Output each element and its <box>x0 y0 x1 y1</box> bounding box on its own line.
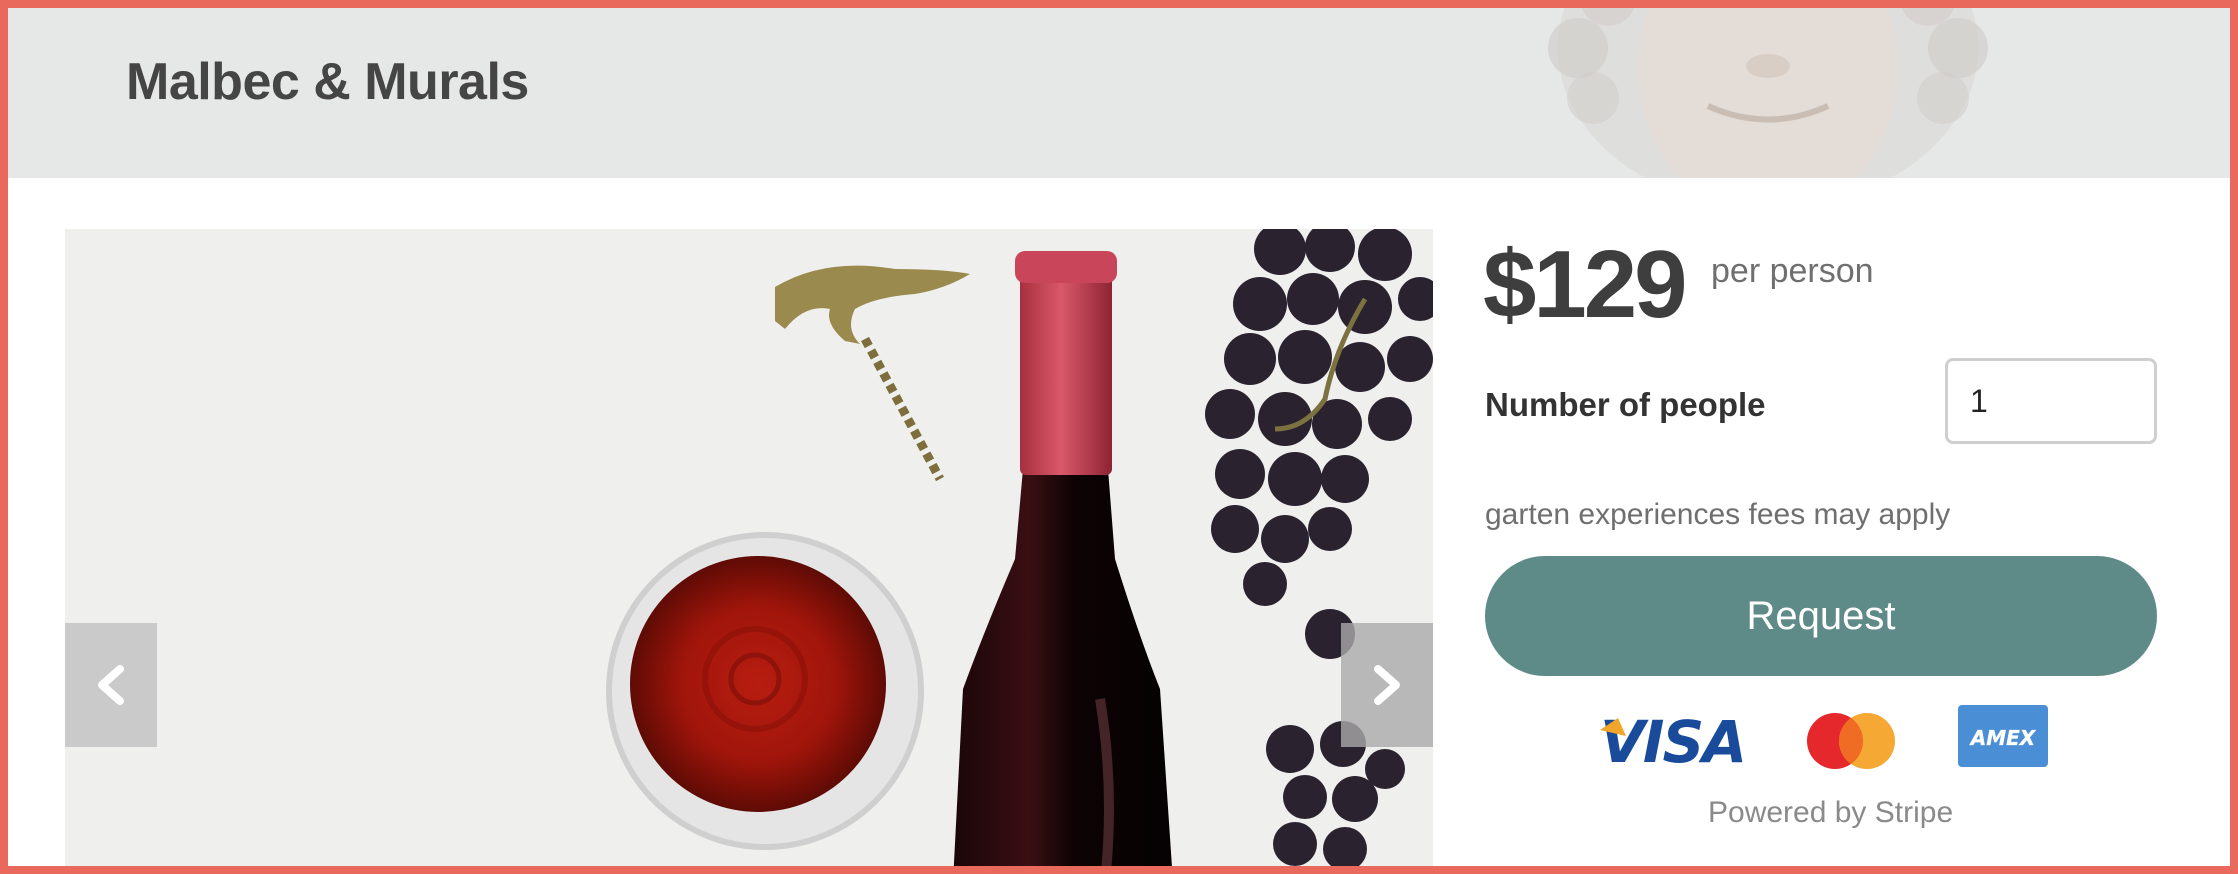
photo-carousel[interactable] <box>65 229 1433 866</box>
wine-glass <box>606 532 924 850</box>
page-frame: Malbec & Murals $129 per person Number o… <box>0 0 2238 874</box>
request-button[interactable]: Request <box>1485 556 2157 676</box>
chevron-right-icon <box>1374 665 1400 705</box>
page-title: Malbec & Murals <box>126 53 529 111</box>
amex-icon: AMEX <box>1958 705 2048 767</box>
svg-text:AMEX: AMEX <box>1969 726 2037 750</box>
price-unit: per person <box>1711 252 1874 290</box>
chevron-left-icon <box>98 665 124 705</box>
header-background-image <box>1548 8 1988 178</box>
carousel-next-button[interactable] <box>1341 623 1433 747</box>
fees-note: garten experiences fees may apply <box>1485 498 1951 531</box>
wine-photo <box>65 229 1433 866</box>
powered-by-stripe: Powered by Stripe <box>1708 796 1954 829</box>
visa-icon: VISA <box>1600 710 1746 770</box>
price-amount: $129 <box>1483 231 1688 338</box>
header-banner: Malbec & Murals <box>8 8 2230 178</box>
number-of-people-label: Number of people <box>1485 386 1766 423</box>
mastercard-icon <box>1807 713 1895 769</box>
number-of-people-input[interactable] <box>1945 358 2157 444</box>
svg-text:VISA: VISA <box>1600 710 1745 770</box>
carousel-prev-button[interactable] <box>65 623 157 747</box>
